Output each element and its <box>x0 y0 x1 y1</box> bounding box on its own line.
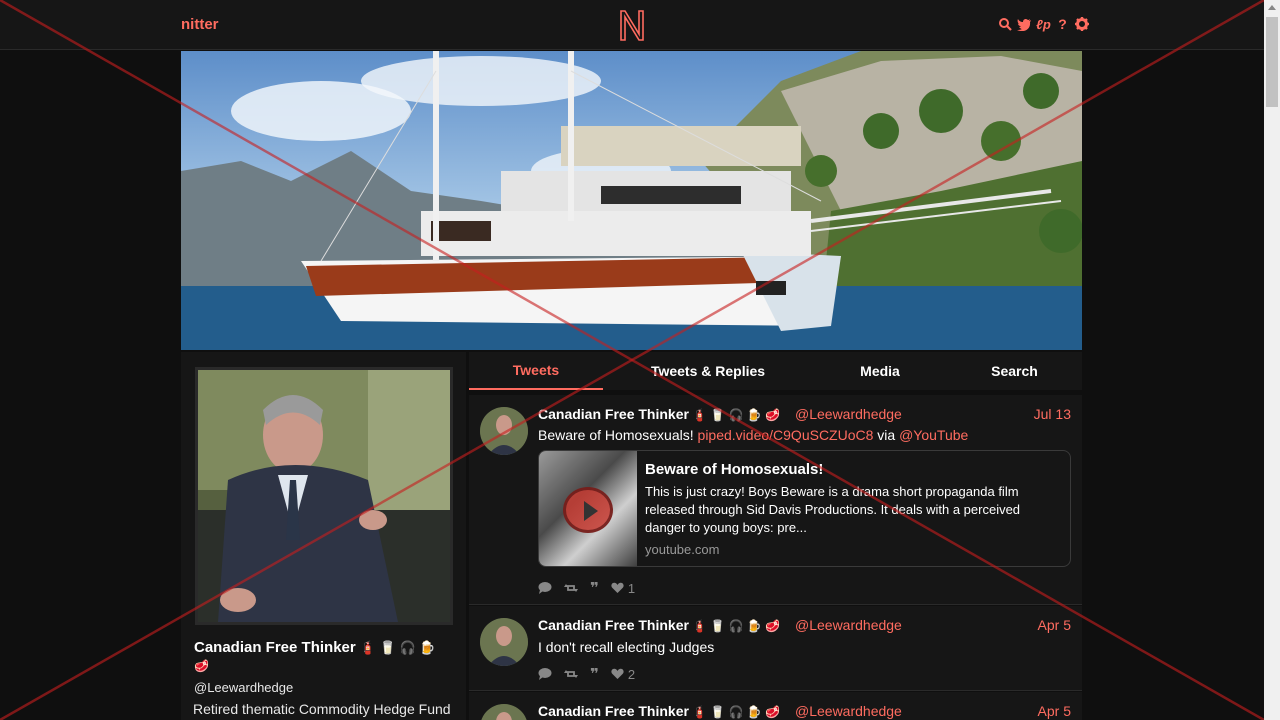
profile-bio: Retired thematic Commodity Hedge Fund <box>193 701 451 717</box>
tab-tweets-and-replies[interactable]: Tweets & Replies <box>603 352 813 390</box>
card-title: Beware of Homosexuals! <box>645 461 824 478</box>
timeline: Canadian Free Thinker 🧯 🥛 🎧 🍺 🥩 @Leewardh… <box>469 395 1082 720</box>
retweet-icon[interactable] <box>564 582 578 594</box>
quote-icon[interactable]: ❞ <box>590 665 599 683</box>
tweet-author-handle[interactable]: @Leewardhedge <box>795 617 902 633</box>
profile-name-emoji: 🧯 🥛 🎧 🍺 <box>359 640 436 655</box>
tweet-text: Beware of Homosexuals! <box>538 427 698 443</box>
tweet-text: I don't recall electing Judges <box>538 639 715 655</box>
tweet-date[interactable]: Apr 5 <box>1038 703 1071 719</box>
tab-tweets[interactable]: Tweets <box>469 352 603 390</box>
avatar-image <box>198 370 450 622</box>
help-icon[interactable]: ? <box>1055 16 1070 32</box>
link-preview-card[interactable]: Beware of Homosexuals! This is just craz… <box>538 450 1071 567</box>
tweet-content: Beware of Homosexuals! piped.video/C9QuS… <box>538 427 968 443</box>
tweet-author-text: Canadian Free Thinker <box>538 406 689 422</box>
tweet-author-handle[interactable]: @Leewardhedge <box>795 406 902 422</box>
tweet-stats: ❞ 2 <box>538 665 635 683</box>
banner-image <box>181 51 1082 350</box>
tweet-item[interactable]: Canadian Free Thinker 🧯 🥛 🎧 🍺 🥩 @Leewardh… <box>469 395 1082 605</box>
tweet-avatar[interactable] <box>480 618 528 666</box>
tweet-date[interactable]: Jul 13 <box>1034 406 1071 422</box>
heart-icon <box>611 668 624 679</box>
like-button[interactable]: 1 <box>611 581 635 596</box>
card-thumbnail <box>539 451 637 566</box>
nav-icon-group: ℓp ? <box>998 16 1089 32</box>
tweet-author-text: Canadian Free Thinker <box>538 617 689 633</box>
tweet-item[interactable]: Canadian Free Thinker 🧯 🥛 🎧 🍺 🥩 @Leewardh… <box>469 692 1082 720</box>
tweet-author-emoji: 🧯 🥛 🎧 🍺 🥩 <box>691 408 780 422</box>
nitter-logo-icon[interactable] <box>618 8 646 42</box>
tweet-link[interactable]: piped.video/C9QuSCZUoC8 <box>698 427 874 443</box>
page-scrollbar[interactable] <box>1264 0 1280 720</box>
profile-banner[interactable] <box>181 51 1082 350</box>
profile-name-text: Canadian Free Thinker <box>194 639 356 656</box>
tab-media[interactable]: Media <box>813 352 947 390</box>
tweet-item[interactable]: Canadian Free Thinker 🧯 🥛 🎧 🍺 🥩 @Leewardh… <box>469 606 1082 691</box>
quote-icon[interactable]: ❞ <box>590 579 599 597</box>
like-button[interactable]: 2 <box>611 667 635 682</box>
tweet-author-name[interactable]: Canadian Free Thinker 🧯 🥛 🎧 🍺 🥩 <box>538 617 780 633</box>
profile-name[interactable]: Canadian Free Thinker 🧯 🥛 🎧 🍺 <box>194 639 435 656</box>
tweet-stats: ❞ 1 <box>538 579 635 597</box>
tweet-date[interactable]: Apr 5 <box>1038 617 1071 633</box>
card-destination: youtube.com <box>645 542 720 557</box>
nitter-home-link[interactable]: nitter <box>181 16 219 33</box>
tab-search[interactable]: Search <box>947 352 1082 390</box>
top-navbar: nitter ℓp ? <box>0 0 1264 50</box>
scrollbar-thumb[interactable] <box>1266 17 1278 107</box>
reply-icon[interactable] <box>538 668 552 680</box>
card-description: This is just crazy! Boys Beware is a dra… <box>645 484 1021 535</box>
settings-icon[interactable] <box>1074 16 1089 32</box>
tweet-avatar[interactable] <box>480 704 528 720</box>
retweet-icon[interactable] <box>564 668 578 680</box>
like-count: 1 <box>627 580 636 596</box>
profile-handle[interactable]: @Leewardhedge <box>194 680 293 695</box>
profile-avatar[interactable] <box>195 367 453 625</box>
tweet-author-name[interactable]: Canadian Free Thinker 🧯 🥛 🎧 🍺 🥩 <box>538 406 780 422</box>
tweet-author-text: Canadian Free Thinker <box>538 703 689 719</box>
tweet-avatar[interactable] <box>480 407 528 455</box>
rss-icon[interactable]: ℓp <box>1036 16 1051 32</box>
profile-emoji-line: 🥩 <box>194 659 209 673</box>
play-icon[interactable] <box>563 487 613 533</box>
heart-icon <box>611 582 624 593</box>
profile-card: Canadian Free Thinker 🧯 🥛 🎧 🍺 🥩 @Leeward… <box>181 352 466 720</box>
timeline-tabs: Tweets Tweets & Replies Media Search <box>469 352 1082 390</box>
like-count: 2 <box>627 666 636 682</box>
tweet-author-emoji: 🧯 🥛 🎧 🍺 🥩 <box>691 619 780 633</box>
tweet-author-emoji: 🧯 🥛 🎧 🍺 🥩 <box>691 705 780 719</box>
tweet-author-name[interactable]: Canadian Free Thinker 🧯 🥛 🎧 🍺 🥩 <box>538 703 780 719</box>
tweet-text-via: via <box>873 427 900 443</box>
tweet-mention[interactable]: @YouTube <box>899 427 968 443</box>
reply-icon[interactable] <box>538 582 552 594</box>
twitter-icon[interactable] <box>1017 16 1032 32</box>
tweet-author-handle[interactable]: @Leewardhedge <box>795 703 902 719</box>
scroll-up-arrow-icon[interactable] <box>1268 5 1276 10</box>
search-icon[interactable] <box>998 16 1013 32</box>
